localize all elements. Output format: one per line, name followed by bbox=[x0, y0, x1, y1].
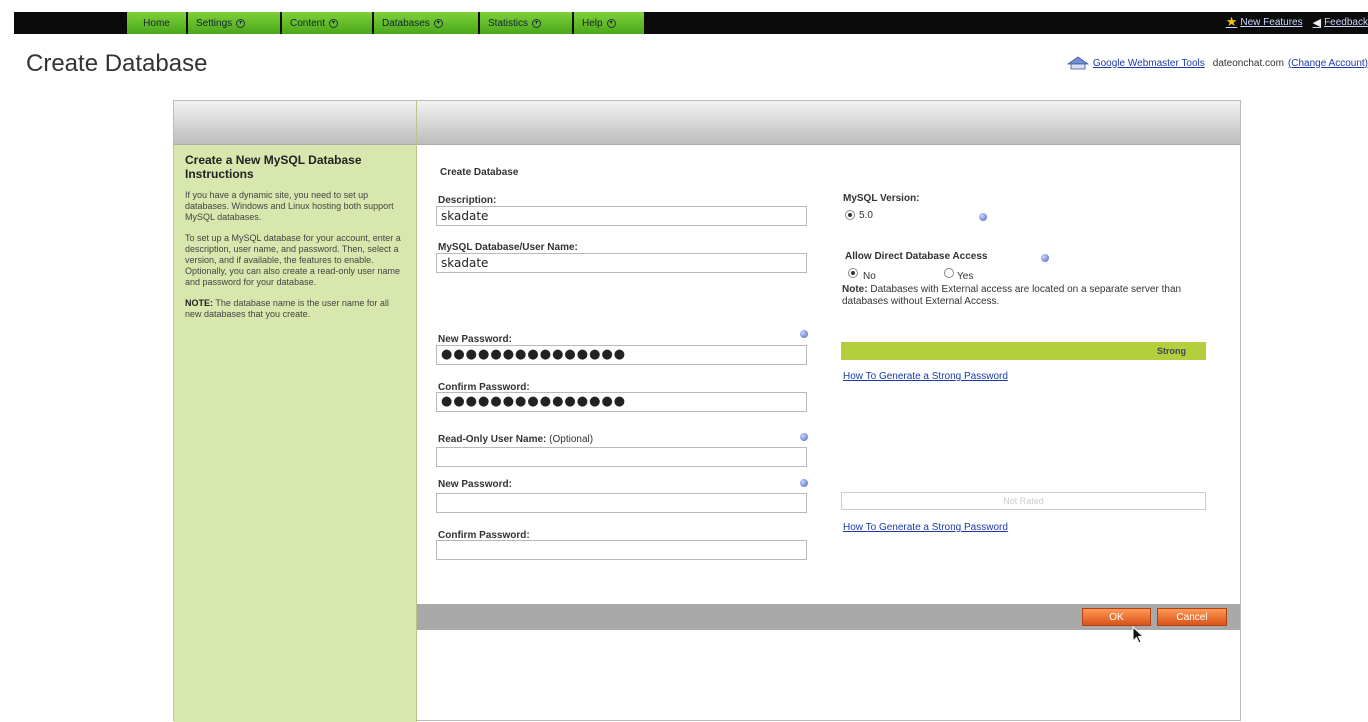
section-title: Create Database bbox=[440, 167, 519, 178]
description-input[interactable]: skadate bbox=[436, 206, 807, 226]
readonly-username-input[interactable] bbox=[436, 447, 807, 467]
readonly-confirm-password-input[interactable] bbox=[436, 540, 807, 560]
sidebar-content: Create a New MySQL Database Instructions… bbox=[174, 145, 416, 320]
change-account-link[interactable]: (Change Account) bbox=[1288, 58, 1368, 69]
external-access-note: Note: Databases with External access are… bbox=[842, 284, 1187, 308]
chevron-down-icon: ▾ bbox=[329, 18, 339, 28]
username-label: MySQL Database/User Name: bbox=[438, 242, 578, 253]
google-webmaster-tools-link[interactable]: Google Webmaster Tools bbox=[1093, 58, 1205, 69]
help-icon[interactable] bbox=[979, 213, 987, 221]
direct-access-no-label: No bbox=[863, 271, 876, 282]
direct-access-label: Allow Direct Database Access bbox=[845, 251, 988, 262]
new-password-label: New Password: bbox=[438, 334, 512, 345]
mouse-cursor-icon bbox=[1132, 626, 1144, 644]
version-label: 5.0 bbox=[859, 210, 873, 221]
nav-tab-label: Help bbox=[582, 17, 603, 29]
help-icon[interactable] bbox=[800, 479, 808, 487]
chevron-down-icon: ▾ bbox=[606, 18, 616, 28]
new-features-link[interactable]: ★ New Features bbox=[1226, 14, 1303, 30]
main-nav-tabs: Home Settings ▾ Content ▾ Databases ▾ Stati… bbox=[127, 12, 646, 34]
star-icon: ★ bbox=[1225, 14, 1238, 29]
version-radio[interactable] bbox=[845, 210, 855, 220]
confirm-password-input[interactable]: ●●●●●●●●●●●●●●● bbox=[436, 392, 807, 412]
nav-tab-label: Databases bbox=[382, 17, 430, 29]
note-label: Note: bbox=[842, 284, 868, 295]
new-features-label: New Features bbox=[1240, 16, 1303, 28]
header-account-info: Google Webmaster Tools dateonchat.com (C… bbox=[1066, 56, 1368, 70]
direct-access-yes-label: Yes bbox=[957, 271, 974, 282]
top-links: ★ New Features ◀ Feedback bbox=[1226, 14, 1368, 30]
sidebar-note-text: The database name is the user name for a… bbox=[185, 298, 389, 319]
feedback-link[interactable]: ◀ Feedback bbox=[1313, 14, 1368, 30]
account-domain: dateonchat.com bbox=[1212, 57, 1284, 69]
nav-tab-statistics[interactable]: Statistics ▾ bbox=[480, 12, 574, 34]
megaphone-icon: ◀ bbox=[1312, 16, 1322, 29]
nav-tab-databases[interactable]: Databases ▾ bbox=[374, 12, 480, 34]
direct-access-no-radio[interactable] bbox=[848, 268, 858, 278]
nav-tab-home[interactable]: Home bbox=[127, 12, 188, 34]
top-nav-bar: Home Settings ▾ Content ▾ Databases ▾ Stati… bbox=[0, 0, 1368, 38]
cancel-button[interactable]: Cancel bbox=[1157, 608, 1227, 626]
feedback-label: Feedback bbox=[1324, 16, 1368, 28]
chevron-down-icon: ▾ bbox=[236, 18, 246, 28]
nav-tab-help[interactable]: Help ▾ bbox=[574, 12, 646, 34]
password-strength-meter: Strong bbox=[841, 342, 1206, 360]
readonly-username-label-text: Read-Only User Name: bbox=[438, 434, 547, 445]
readonly-new-password-label: New Password: bbox=[438, 479, 512, 490]
page-title: Create Database bbox=[26, 50, 208, 77]
create-database-panel: Create a New MySQL Database Instructions… bbox=[173, 100, 1241, 722]
database-username-input[interactable]: skadate bbox=[436, 253, 807, 273]
help-icon[interactable] bbox=[800, 433, 808, 441]
sidebar-paragraph: If you have a dynamic site, you need to … bbox=[185, 190, 394, 222]
form-action-bar: OK Cancel bbox=[417, 604, 1240, 630]
nav-tab-content[interactable]: Content ▾ bbox=[282, 12, 374, 34]
nav-tab-label: Content bbox=[290, 17, 326, 29]
mysql-version-label: MySQL Version: bbox=[843, 193, 920, 204]
nav-tab-label: Home bbox=[143, 17, 170, 29]
sidebar-note: NOTE: The database name is the user name… bbox=[185, 298, 406, 320]
form-area: Create Database Description: skadate MyS… bbox=[417, 101, 1240, 722]
sidebar-note-label: NOTE: bbox=[185, 298, 213, 308]
nav-tab-settings[interactable]: Settings ▾ bbox=[188, 12, 282, 34]
strong-password-help-link[interactable]: How To Generate a Strong Password bbox=[843, 371, 1008, 382]
readonly-new-password-input[interactable] bbox=[436, 493, 807, 513]
chevron-down-icon: ▾ bbox=[532, 18, 542, 28]
readonly-password-strength-meter: Not Rated bbox=[841, 492, 1206, 510]
sidebar-title: Create a New MySQL Database Instructions bbox=[185, 153, 362, 181]
nav-tab-label: Statistics bbox=[488, 17, 529, 29]
ok-button[interactable]: OK bbox=[1082, 608, 1151, 626]
help-icon[interactable] bbox=[800, 330, 808, 338]
description-label: Description: bbox=[438, 195, 497, 206]
webmaster-tools-icon bbox=[1066, 56, 1089, 70]
readonly-username-label: Read-Only User Name: (Optional) bbox=[438, 434, 593, 445]
sidebar-paragraph: To set up a MySQL database for your acco… bbox=[185, 233, 401, 287]
direct-access-yes-radio[interactable] bbox=[944, 268, 954, 278]
instructions-sidebar: Create a New MySQL Database Instructions… bbox=[174, 101, 417, 722]
nav-tab-label: Settings bbox=[196, 17, 233, 29]
help-icon[interactable] bbox=[1041, 254, 1049, 262]
note-text: Databases with External access are locat… bbox=[842, 284, 1182, 307]
form-header-bar bbox=[417, 101, 1240, 145]
sidebar-header-bar bbox=[174, 101, 416, 145]
chevron-down-icon: ▾ bbox=[433, 18, 443, 28]
new-password-input[interactable]: ●●●●●●●●●●●●●●● bbox=[436, 345, 807, 365]
optional-label: (Optional) bbox=[546, 434, 594, 445]
strong-password-help-link[interactable]: How To Generate a Strong Password bbox=[843, 522, 1008, 533]
